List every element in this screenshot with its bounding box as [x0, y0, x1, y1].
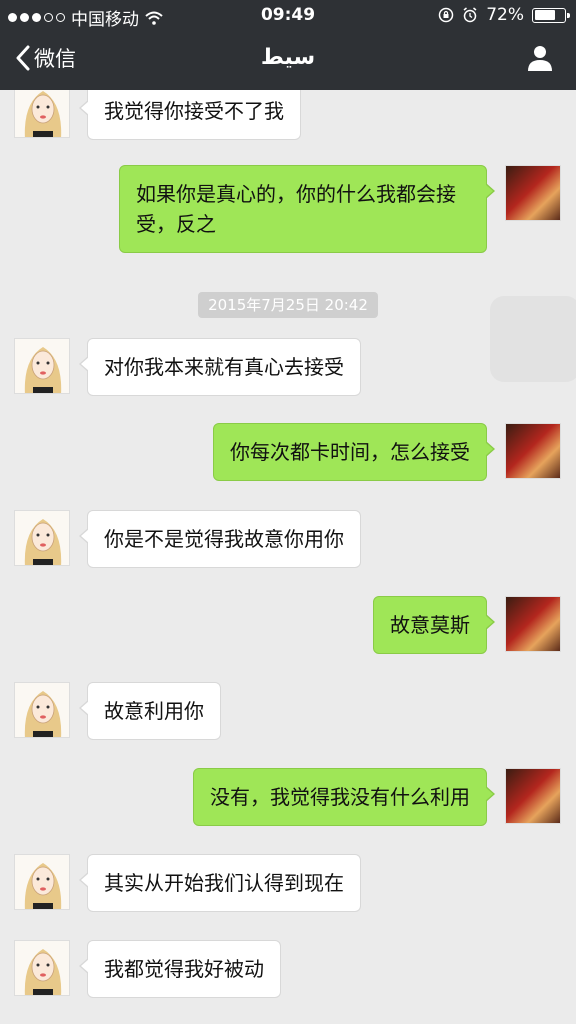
message-bubble[interactable]: 你是不是觉得我故意你用你	[79, 510, 361, 568]
person-icon	[528, 46, 552, 71]
rotation-lock-icon	[438, 7, 454, 23]
contact-avatar[interactable]	[14, 854, 70, 910]
nav-bar: 微信 سيط	[0, 30, 576, 90]
my-avatar[interactable]	[505, 596, 561, 652]
message-bubble[interactable]: 其实从开始我们认得到现在	[79, 854, 361, 912]
profile-button[interactable]	[526, 44, 554, 76]
message-timestamp: 2015年7月25日 20:42	[198, 292, 378, 318]
chat-title: سيط	[260, 45, 316, 70]
message-bubble[interactable]: 我觉得你接受不了我	[79, 90, 301, 140]
message-bubble[interactable]: 故意利用你	[79, 682, 221, 740]
battery-percent: 72%	[486, 5, 524, 25]
my-avatar[interactable]	[505, 423, 561, 479]
contact-avatar[interactable]	[14, 90, 70, 138]
my-avatar[interactable]	[505, 768, 561, 824]
status-bar: 中国移动 09:49 72%	[0, 0, 576, 30]
contact-avatar[interactable]	[14, 940, 70, 996]
chat-area[interactable]: 我觉得你接受不了我 如果你是真心的，你的什么我都会接受，反之 2015年7月25…	[0, 90, 576, 1024]
contact-avatar[interactable]	[14, 682, 70, 738]
contact-avatar[interactable]	[14, 510, 70, 566]
message-bubble[interactable]: 我都觉得我好被动	[79, 940, 281, 998]
floating-assistive-button[interactable]	[490, 296, 576, 382]
battery-icon	[532, 7, 570, 23]
alarm-icon	[463, 7, 477, 23]
top-bar: 中国移动 09:49 72% 微信 سيط	[0, 0, 576, 90]
message-bubble[interactable]: 没有，我觉得我没有什么利用	[193, 768, 495, 826]
contact-avatar[interactable]	[14, 338, 70, 394]
status-right: 72%	[438, 5, 570, 25]
message-bubble[interactable]: 如果你是真心的，你的什么我都会接受，反之	[119, 165, 495, 253]
message-bubble[interactable]: 你每次都卡时间，怎么接受	[213, 423, 495, 481]
message-bubble[interactable]: 故意莫斯	[373, 596, 495, 654]
message-bubble[interactable]: 对你我本来就有真心去接受	[79, 338, 361, 396]
my-avatar[interactable]	[505, 165, 561, 221]
